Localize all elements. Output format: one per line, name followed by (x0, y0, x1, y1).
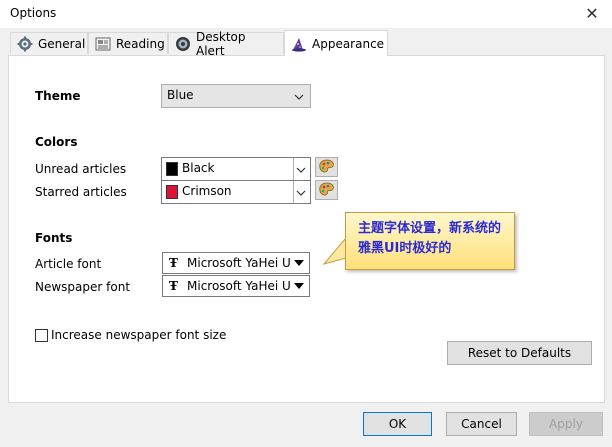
unread-palette-button[interactable] (315, 157, 338, 177)
increase-font-checkbox[interactable] (35, 329, 48, 342)
tab-appearance[interactable]: Appearance (284, 30, 388, 56)
ok-label: OK (388, 417, 407, 431)
tab-label: Appearance (312, 36, 385, 51)
article-font-picker[interactable]: Ŧ Microsoft YaHei U (162, 252, 310, 274)
wizard-hat-icon (292, 37, 306, 52)
title-bar: Options ✕ (0, 0, 612, 28)
theme-label: Theme (35, 89, 81, 103)
chevron-down-icon (296, 190, 306, 196)
gear-icon (17, 36, 33, 51)
article-font-label: Article font (35, 257, 102, 271)
unread-color-swatch (166, 162, 178, 176)
increase-font-label: Increase newspaper font size (51, 328, 227, 342)
unread-color-name: Black (182, 161, 215, 175)
tab-reading[interactable]: Reading (88, 32, 168, 54)
combo-divider (293, 181, 294, 203)
combo-divider (293, 158, 294, 180)
annotation-callout: 主题字体设置，新系统的雅黑UI时极好的 (345, 212, 515, 270)
close-button[interactable]: ✕ (582, 4, 602, 24)
cancel-button[interactable]: Cancel (446, 412, 517, 436)
tab-label: Reading (116, 36, 165, 51)
close-icon: ✕ (585, 4, 599, 23)
tab-general[interactable]: General (10, 32, 88, 54)
chevron-down-icon (296, 167, 306, 173)
fonts-heading: Fonts (35, 231, 73, 245)
annotation-text: 主题字体设置，新系统的雅黑UI时极好的 (358, 221, 502, 256)
newspaper-icon (95, 37, 111, 50)
starred-color-select[interactable]: Crimson (161, 180, 311, 204)
colors-heading: Colors (35, 135, 78, 149)
newspaper-font-value: Microsoft YaHei U (187, 279, 291, 293)
apply-label: Apply (549, 417, 583, 431)
theme-select[interactable]: Blue (161, 84, 311, 108)
theme-value: Blue (167, 88, 194, 102)
tab-label: General (38, 36, 86, 51)
apply-button[interactable]: Apply (529, 412, 603, 436)
tab-label: Desktop Alert (196, 29, 246, 58)
window-title: Options (10, 6, 57, 20)
reset-label: Reset to Defaults (467, 346, 572, 360)
palette-icon (319, 182, 334, 196)
unread-color-select[interactable]: Black (161, 157, 311, 181)
chevron-down-icon (294, 94, 304, 100)
article-font-value: Microsoft YaHei U (187, 256, 291, 270)
dropdown-arrow-icon (294, 283, 304, 289)
palette-icon (319, 159, 334, 173)
alert-icon (176, 36, 190, 51)
truetype-font-icon: Ŧ (169, 256, 178, 270)
cancel-label: Cancel (461, 417, 502, 431)
newspaper-font-label: Newspaper font (35, 280, 131, 294)
starred-articles-label: Starred articles (35, 185, 127, 199)
tab-desktop-alert[interactable]: Desktop Alert (168, 30, 284, 58)
truetype-font-icon: Ŧ (169, 279, 178, 293)
starred-palette-button[interactable] (315, 180, 338, 200)
newspaper-font-picker[interactable]: Ŧ Microsoft YaHei U (162, 275, 310, 297)
starred-color-name: Crimson (182, 184, 232, 198)
ok-button[interactable]: OK (363, 412, 432, 436)
unread-articles-label: Unread articles (35, 162, 127, 176)
starred-color-swatch (166, 185, 178, 199)
dropdown-arrow-icon (294, 260, 304, 266)
reset-to-defaults-button[interactable]: Reset to Defaults (447, 341, 592, 365)
